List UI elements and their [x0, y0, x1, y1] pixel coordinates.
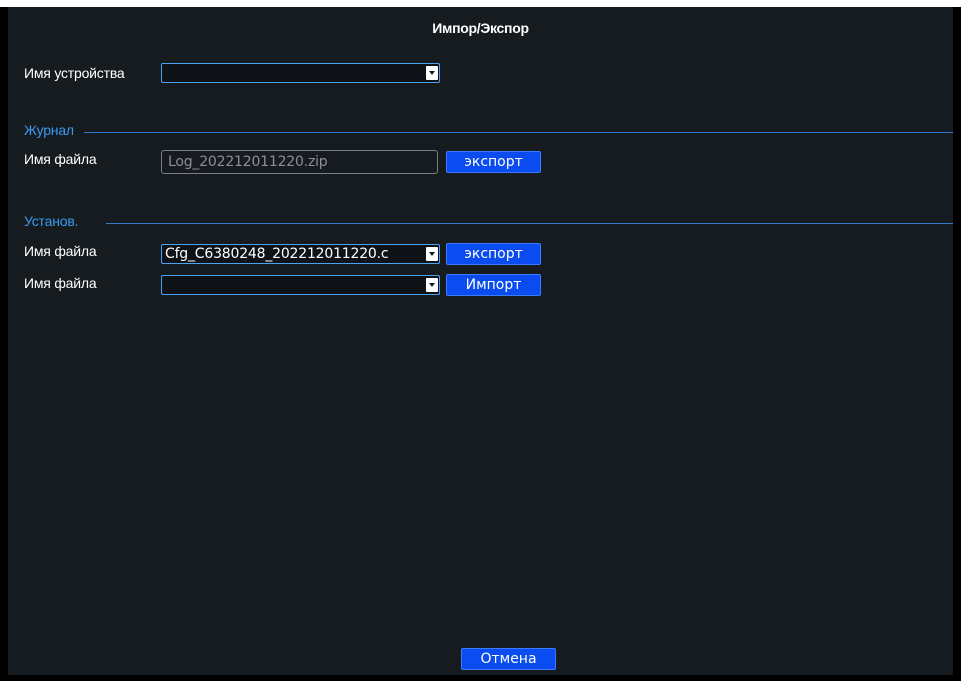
settings-export-file-value: Cfg_C6380248_202212011220.c: [165, 246, 389, 262]
section-divider-settings: [106, 223, 953, 224]
section-title-settings: Установ.: [24, 213, 79, 229]
device-name-label: Имя устройства: [24, 65, 125, 81]
settings-import-file-select[interactable]: [161, 275, 440, 295]
device-name-select[interactable]: [161, 63, 440, 83]
section-title-journal: Журнал: [24, 122, 74, 138]
top-strip: [0, 0, 961, 7]
settings-import-file-label: Имя файла: [24, 275, 97, 291]
journal-file-label: Имя файла: [24, 151, 97, 167]
settings-export-file-select[interactable]: Cfg_C6380248_202212011220.c: [161, 244, 440, 264]
cancel-button[interactable]: Отмена: [461, 648, 556, 670]
dialog-title: Импор/Экспор: [432, 20, 529, 36]
import-export-dialog: Импор/Экспор Имя устройства Журнал Имя ф…: [8, 7, 953, 675]
chevron-down-icon[interactable]: [426, 66, 438, 80]
settings-export-file-label: Имя файла: [24, 243, 97, 259]
chevron-down-icon[interactable]: [426, 247, 438, 261]
settings-export-button[interactable]: экспорт: [446, 243, 541, 265]
settings-import-button[interactable]: Импорт: [446, 274, 541, 296]
journal-file-field: Log_202212011220.zip: [161, 150, 438, 174]
chevron-down-icon[interactable]: [426, 278, 438, 292]
journal-file-value: Log_202212011220.zip: [168, 154, 328, 170]
section-divider-journal: [84, 132, 953, 133]
journal-export-button[interactable]: экспорт: [446, 151, 541, 173]
